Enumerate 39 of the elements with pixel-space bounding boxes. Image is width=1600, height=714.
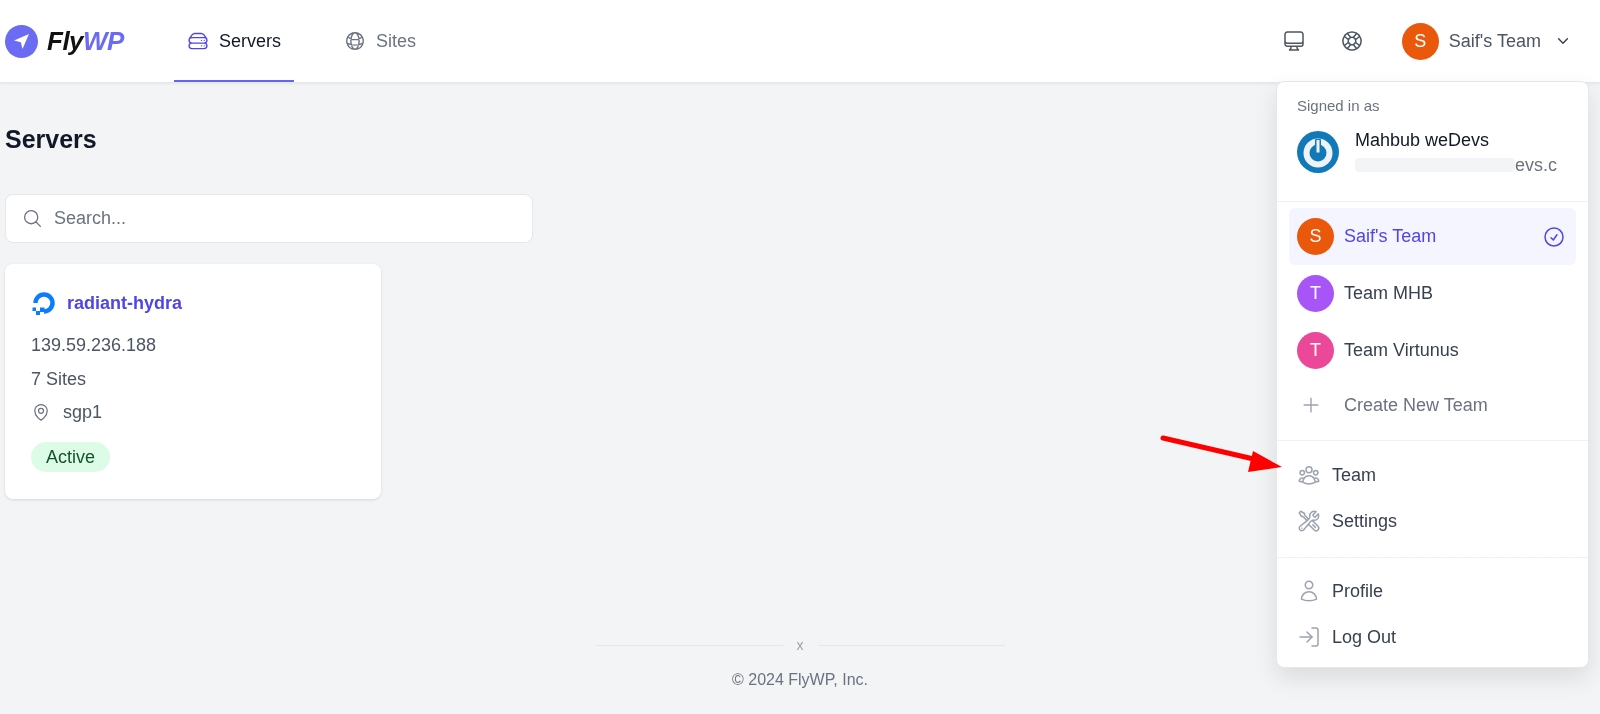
create-team-button[interactable]: Create New Team <box>1289 379 1576 431</box>
status-badge: Active <box>31 442 111 472</box>
monitor-icon[interactable] <box>1281 29 1306 53</box>
menu-item[interactable]: Settings <box>1297 498 1568 544</box>
copyright-text: © 2024 FlyWP, Inc. <box>732 670 868 690</box>
globe-icon <box>344 30 366 52</box>
team-avatar: S <box>1401 22 1439 60</box>
search-field[interactable]: Search... <box>5 194 533 243</box>
menu-item[interactable]: Team <box>1297 452 1568 498</box>
avatar-icon <box>1297 131 1339 173</box>
server-stack-icon <box>186 30 209 52</box>
search-icon <box>22 208 43 229</box>
team-menu-item[interactable]: S Saif's Team <box>1289 208 1576 265</box>
arrow-box-icon <box>1297 625 1321 649</box>
menu-item[interactable]: Profile <box>1297 568 1568 614</box>
server-card[interactable]: radiant-hydra 139.59.236.188 7 Sites sgp1 Active <box>5 264 381 499</box>
server-name-link[interactable]: radiant-hydra <box>67 289 183 317</box>
user-email: evs.c <box>1515 154 1557 176</box>
logo-icon <box>5 24 38 58</box>
nav-tab[interactable]: Sites <box>331 0 429 82</box>
footer-separator: x <box>796 637 804 653</box>
logo-text: FlyWP <box>47 28 124 54</box>
people-icon <box>1297 463 1321 487</box>
tools-icon <box>1297 509 1321 533</box>
team-avatar: T <box>1297 275 1334 312</box>
nav-tab[interactable]: Servers <box>173 0 294 82</box>
lifebuoy-icon[interactable] <box>1339 29 1364 53</box>
page-title: Servers <box>5 124 97 155</box>
provider-logo-icon <box>31 290 57 316</box>
site-count: 7 Sites <box>31 368 87 391</box>
server-region: sgp1 <box>63 401 103 424</box>
user-name: Mahbub weDevs <box>1355 129 1491 152</box>
team-switcher-button[interactable]: S Saif's Team <box>1401 22 1570 60</box>
signed-in-label: Signed in as <box>1297 96 1381 116</box>
server-ip: 139.59.236.188 <box>31 334 157 357</box>
menu-item[interactable]: Log Out <box>1297 614 1568 660</box>
team-avatar: S <box>1297 218 1334 255</box>
team-avatar: T <box>1297 332 1334 369</box>
map-pin-icon <box>31 402 51 422</box>
